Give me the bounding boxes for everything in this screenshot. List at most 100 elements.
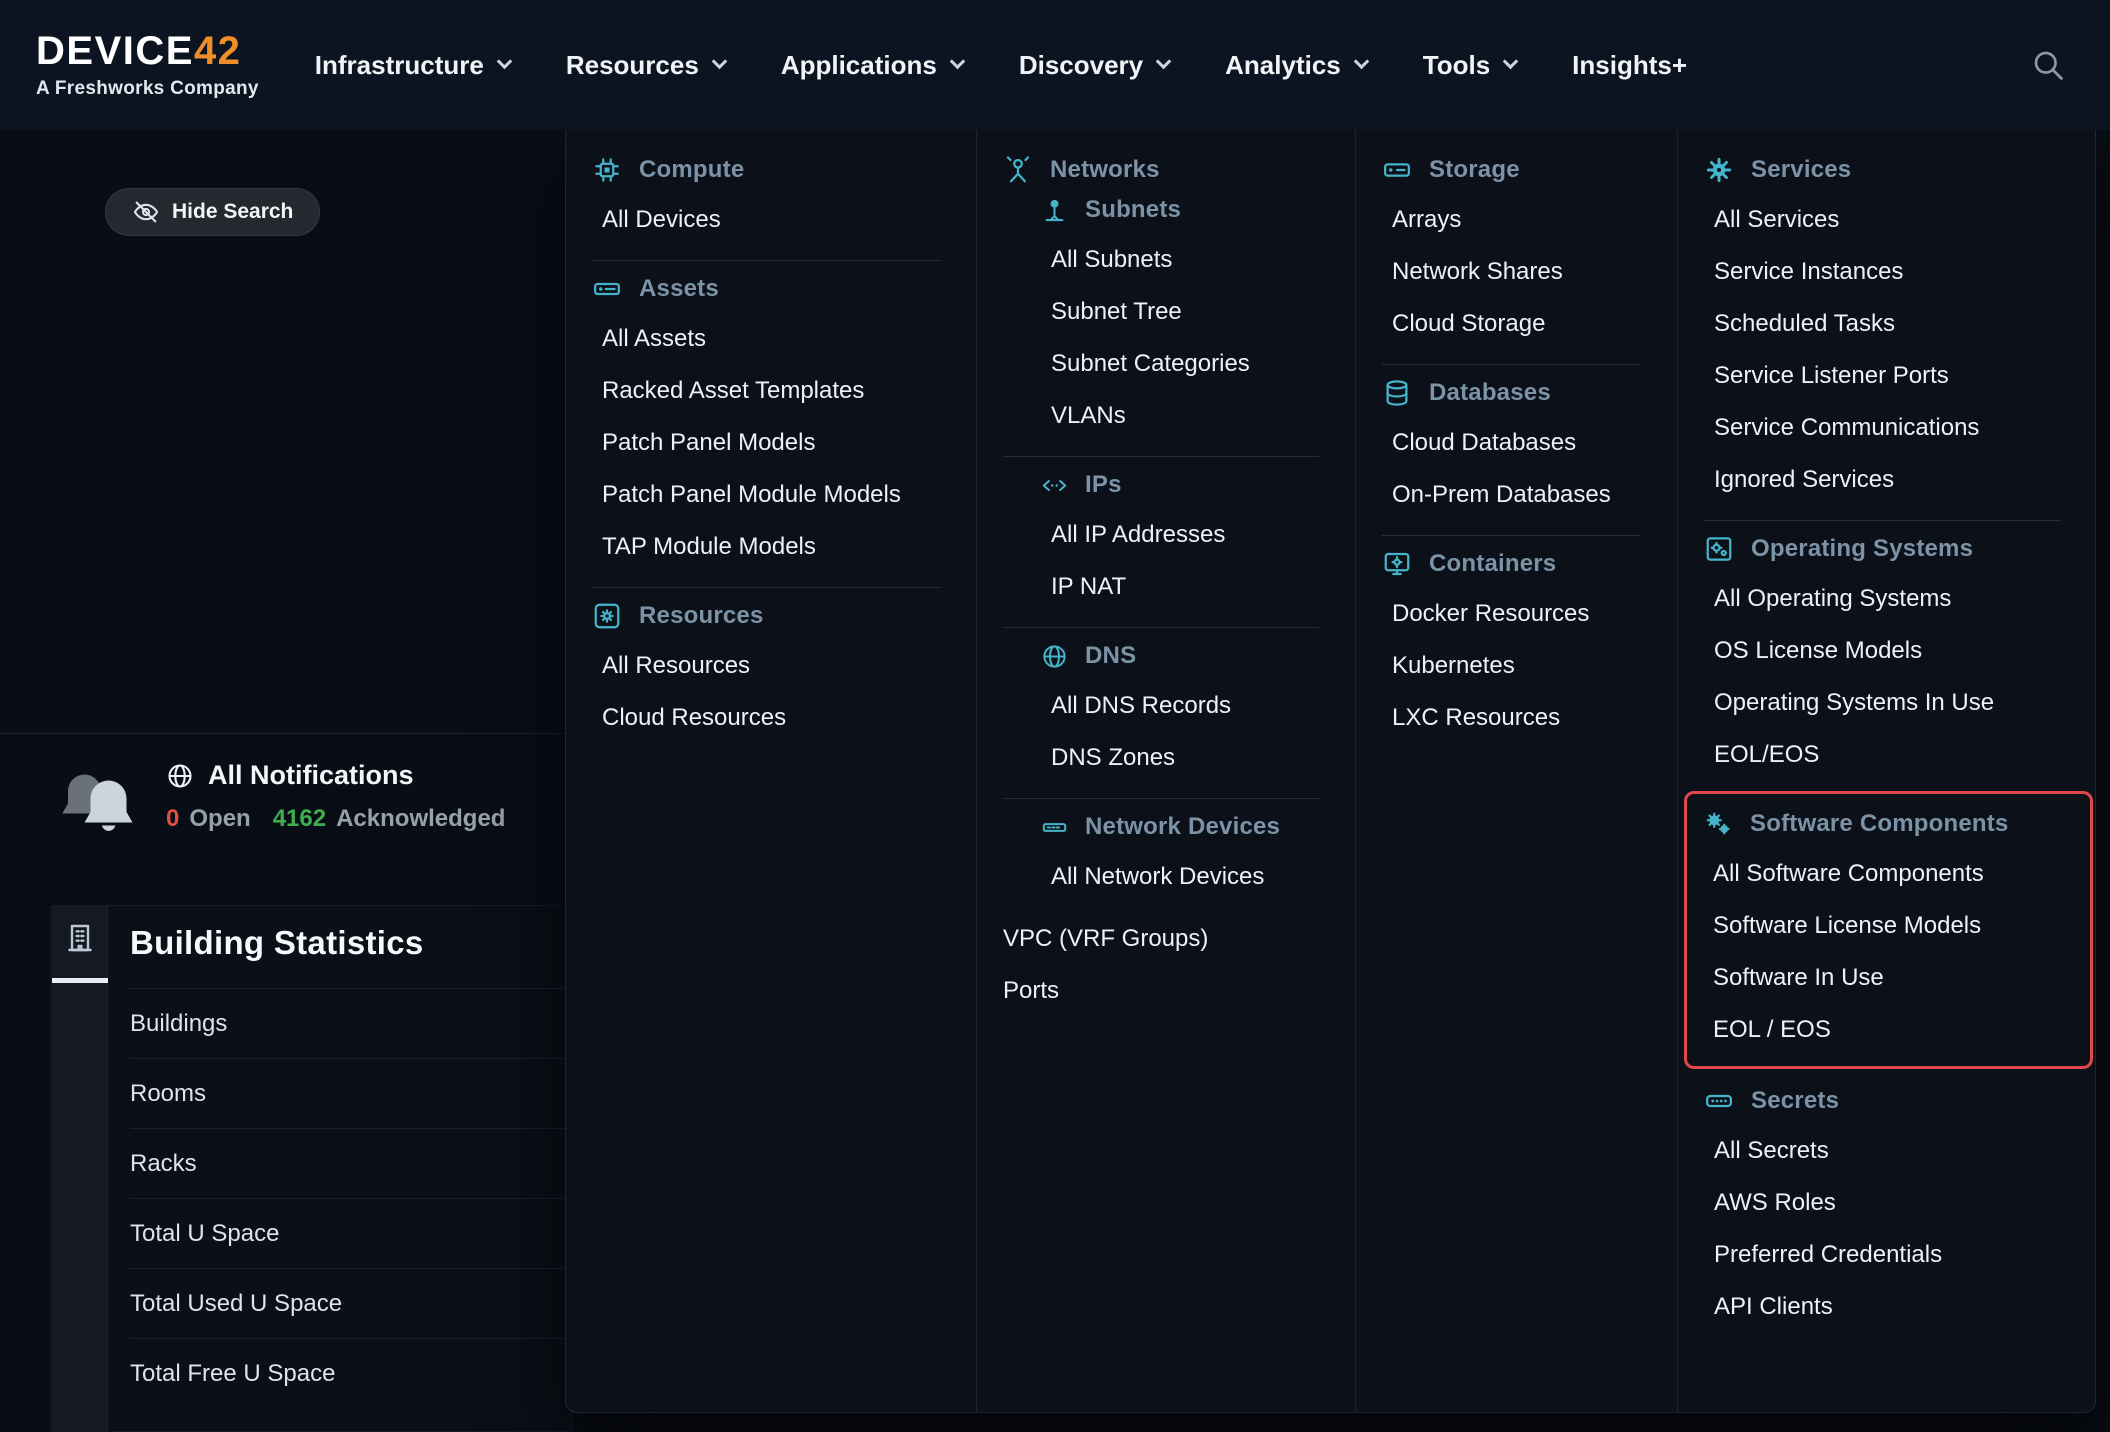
menu-header-containers: Containers bbox=[1382, 548, 1657, 580]
menu-item-all-software-components[interactable]: All Software Components bbox=[1703, 848, 2076, 900]
nav-analytics[interactable]: Analytics bbox=[1225, 50, 1367, 81]
section-divider bbox=[1382, 364, 1641, 365]
building-statistics-body: Building Statistics BuildingsRoomsRacksT… bbox=[108, 906, 571, 1431]
menu-item-cloud-resources[interactable]: Cloud Resources bbox=[592, 692, 956, 744]
menu-item-subnet-tree[interactable]: Subnet Tree bbox=[1041, 286, 1335, 338]
menu-item-software-in-use[interactable]: Software In Use bbox=[1703, 952, 2076, 1004]
section-title: Secrets bbox=[1751, 1087, 1839, 1115]
menu-header-operating-systems: Operating Systems bbox=[1704, 533, 2077, 565]
menu-item-cloud-databases[interactable]: Cloud Databases bbox=[1382, 417, 1657, 469]
containers-icon bbox=[1382, 549, 1412, 579]
menu-column-1: Compute All Devices Assets All AssetsRacked… bbox=[566, 130, 977, 1412]
stat-row-total-u-space[interactable]: Total U Space bbox=[130, 1198, 571, 1268]
stat-row-buildings[interactable]: Buildings bbox=[130, 988, 571, 1058]
section-title: Operating Systems bbox=[1751, 535, 1973, 563]
menu-section-compute: Compute All Devices bbox=[592, 154, 956, 246]
menu-item-docker-resources[interactable]: Docker Resources bbox=[1382, 588, 1657, 640]
menu-item-scheduled-tasks[interactable]: Scheduled Tasks bbox=[1704, 298, 2077, 350]
menu-item-service-instances[interactable]: Service Instances bbox=[1704, 246, 2077, 298]
menu-item-cloud-storage[interactable]: Cloud Storage bbox=[1382, 298, 1657, 350]
menu-item-patch-panel-module-models[interactable]: Patch Panel Module Models bbox=[592, 469, 956, 521]
nav-insights[interactable]: Insights+ bbox=[1572, 50, 1687, 81]
notifications-text: All Notifications 0Open4162Acknowledged bbox=[166, 760, 505, 833]
section-title: DNS bbox=[1085, 642, 1136, 670]
stat-row-racks[interactable]: Racks bbox=[130, 1128, 571, 1198]
section-divider bbox=[1003, 627, 1319, 628]
menu-item-all-subnets[interactable]: All Subnets bbox=[1041, 234, 1335, 286]
brand-name: DEVICE42 bbox=[36, 31, 259, 71]
chevron-down-icon bbox=[1353, 53, 1369, 69]
menu-header-network-devices: Network Devices bbox=[1041, 811, 1335, 843]
hide-search-button[interactable]: Hide Search bbox=[105, 188, 320, 236]
menu-item-aws-roles[interactable]: AWS Roles bbox=[1704, 1177, 2077, 1229]
menu-column-4: Services All ServicesService InstancesSch… bbox=[1678, 130, 2097, 1412]
menu-item-on-prem-databases[interactable]: On-Prem Databases bbox=[1382, 469, 1657, 521]
menu-item-software-license-models[interactable]: Software License Models bbox=[1703, 900, 2076, 952]
menu-section-network-devices: Network Devices All Network Devices bbox=[1041, 811, 1335, 903]
menu-item-operating-systems-in-use[interactable]: Operating Systems In Use bbox=[1704, 677, 2077, 729]
menu-item-service-communications[interactable]: Service Communications bbox=[1704, 402, 2077, 454]
menu-item-preferred-credentials[interactable]: Preferred Credentials bbox=[1704, 1229, 2077, 1281]
menu-item-all-ip-addresses[interactable]: All IP Addresses bbox=[1041, 509, 1335, 561]
notifications-summary[interactable]: All Notifications 0Open4162Acknowledged bbox=[56, 760, 505, 840]
menu-item-ports[interactable]: Ports bbox=[1003, 965, 1335, 1017]
menu-section-dns: DNS All DNS RecordsDNS Zones bbox=[1041, 640, 1335, 784]
nav-label: Insights+ bbox=[1572, 50, 1687, 81]
menu-item-lxc-resources[interactable]: LXC Resources bbox=[1382, 692, 1657, 744]
menu-item-os-license-models[interactable]: OS License Models bbox=[1704, 625, 2077, 677]
menu-item-subnet-categories[interactable]: Subnet Categories bbox=[1041, 338, 1335, 390]
nav-tools[interactable]: Tools bbox=[1423, 50, 1516, 81]
menu-item-patch-panel-models[interactable]: Patch Panel Models bbox=[592, 417, 956, 469]
nav-label: Applications bbox=[781, 50, 937, 81]
menu-item-tap-module-models[interactable]: TAP Module Models bbox=[592, 521, 956, 573]
menu-item-api-clients[interactable]: API Clients bbox=[1704, 1281, 2077, 1333]
menu-item-dns-zones[interactable]: DNS Zones bbox=[1041, 732, 1335, 784]
menu-item-all-secrets[interactable]: All Secrets bbox=[1704, 1125, 2077, 1177]
section-divider bbox=[1003, 798, 1319, 799]
menu-item-ip-nat[interactable]: IP NAT bbox=[1041, 561, 1335, 613]
menu-item-ignored-services[interactable]: Ignored Services bbox=[1704, 454, 2077, 506]
nav-infrastructure[interactable]: Infrastructure bbox=[315, 50, 510, 81]
menu-item-all-devices[interactable]: All Devices bbox=[592, 194, 956, 246]
primary-nav: Infrastructure Resources Applications Disco… bbox=[315, 50, 1687, 81]
services-icon bbox=[1704, 155, 1734, 185]
menu-item-eol-eos[interactable]: EOL / EOS bbox=[1703, 1004, 2076, 1056]
menu-item-all-assets[interactable]: All Assets bbox=[592, 313, 956, 365]
menu-item-network-shares[interactable]: Network Shares bbox=[1382, 246, 1657, 298]
menu-item-all-operating-systems[interactable]: All Operating Systems bbox=[1704, 573, 2077, 625]
nav-label: Infrastructure bbox=[315, 50, 484, 81]
menu-header-resources: Resources bbox=[592, 600, 956, 632]
section-title: Assets bbox=[639, 275, 719, 303]
menu-item-vpc-vrf-groups[interactable]: VPC (VRF Groups) bbox=[1003, 913, 1335, 965]
menu-item-kubernetes[interactable]: Kubernetes bbox=[1382, 640, 1657, 692]
bell-icon bbox=[56, 766, 140, 840]
section-title: Services bbox=[1751, 156, 1851, 184]
stat-row-total-free-u-space[interactable]: Total Free U Space bbox=[130, 1338, 571, 1408]
active-tab-indicator bbox=[52, 978, 108, 983]
menu-item-eol-eos[interactable]: EOL/EOS bbox=[1704, 729, 2077, 781]
section-title: Databases bbox=[1429, 379, 1551, 407]
panel-tab-strip bbox=[52, 906, 108, 1431]
menu-item-vlans[interactable]: VLANs bbox=[1041, 390, 1335, 442]
nav-resources[interactable]: Resources bbox=[566, 50, 725, 81]
menu-item-all-dns-records[interactable]: All DNS Records bbox=[1041, 680, 1335, 732]
nav-applications[interactable]: Applications bbox=[781, 50, 963, 81]
menu-item-all-network-devices[interactable]: All Network Devices bbox=[1041, 851, 1335, 903]
section-title: Compute bbox=[639, 156, 744, 184]
menu-section-databases: Databases Cloud DatabasesOn-Prem Database… bbox=[1382, 377, 1657, 521]
menu-item-arrays[interactable]: Arrays bbox=[1382, 194, 1657, 246]
menu-item-service-listener-ports[interactable]: Service Listener Ports bbox=[1704, 350, 2077, 402]
menu-item-racked-asset-templates[interactable]: Racked Asset Templates bbox=[592, 365, 956, 417]
stat-row-total-used-u-space[interactable]: Total Used U Space bbox=[130, 1268, 571, 1338]
device42-logo[interactable]: DEVICE42 A Freshworks Company bbox=[36, 31, 259, 100]
nav-discovery[interactable]: Discovery bbox=[1019, 50, 1169, 81]
nav-label: Resources bbox=[566, 50, 699, 81]
section-divider bbox=[592, 260, 940, 261]
menu-item-all-services[interactable]: All Services bbox=[1704, 194, 2077, 246]
menu-item-all-resources[interactable]: All Resources bbox=[592, 640, 956, 692]
building-statistics-panel: Building Statistics BuildingsRoomsRacksT… bbox=[51, 905, 572, 1432]
building-icon[interactable] bbox=[64, 922, 96, 954]
stat-row-rooms[interactable]: Rooms bbox=[130, 1058, 571, 1128]
search-icon[interactable] bbox=[2030, 47, 2066, 83]
section-divider bbox=[592, 587, 940, 588]
